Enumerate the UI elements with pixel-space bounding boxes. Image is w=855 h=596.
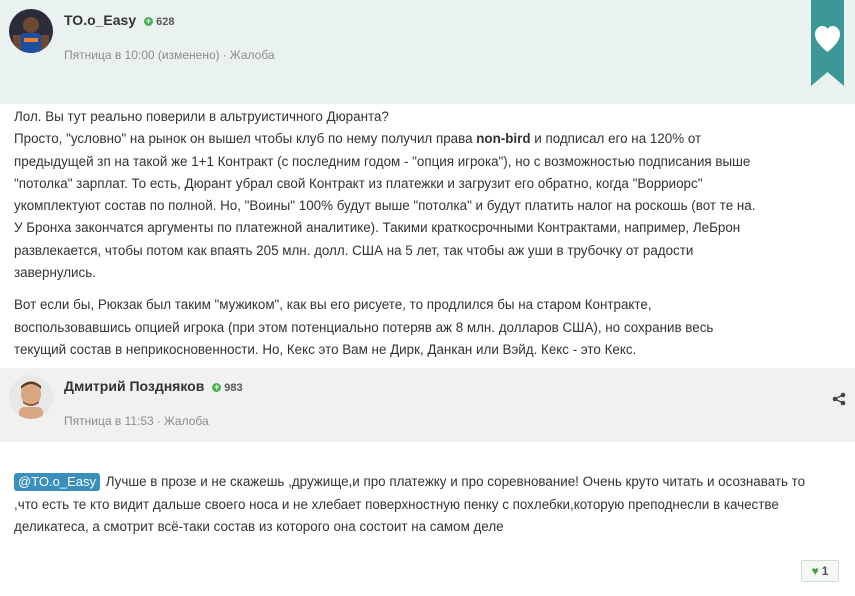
report-link[interactable]: Жалоба bbox=[230, 48, 275, 62]
meta-separator: · bbox=[222, 48, 227, 62]
post-line: предыдущей зп на такой же 1+1 Контракт (… bbox=[14, 153, 751, 169]
post-body: @TO.o_Easy Лучше в прозе и не скажешь ,д… bbox=[14, 471, 814, 539]
post-date[interactable]: Пятница в 10:00 (изменено) bbox=[64, 48, 220, 62]
like-count-button[interactable]: ♥ 1 bbox=[801, 560, 839, 582]
post-line-part: Просто, "условно" на рынок он вышел чтоб… bbox=[14, 131, 477, 147]
share-button[interactable] bbox=[832, 392, 846, 406]
post-header: Дмитрий Поздняков + 983 Пятница в 11:53 ·… bbox=[0, 368, 855, 442]
post-line: У Бронха закончатся аргументы по платежн… bbox=[14, 220, 741, 236]
like-ribbon-button[interactable] bbox=[811, 0, 844, 86]
post-line-part: Лучше в прозе и не скажешь ,дружище,и пр… bbox=[102, 474, 806, 489]
heart-icon: ♥ bbox=[811, 564, 819, 578]
post-meta: Пятница в 10:00 (изменено) · Жалоба bbox=[64, 48, 275, 62]
post-body: Лол. Вы тут реально поверили в альтруист… bbox=[14, 106, 814, 371]
post-line: деликатеса, а смотрит всё-таки состав из… bbox=[14, 519, 504, 534]
post-line: укомплектуют состав по полной. Но, "Воин… bbox=[14, 198, 756, 214]
like-count-value: 1 bbox=[821, 564, 829, 578]
post-header: TO.o_Easy + 628 Пятница в 10:00 (изменен… bbox=[0, 0, 855, 104]
post-date[interactable]: Пятница в 11:53 bbox=[64, 414, 154, 428]
post-line: @TO.o_Easy Лучше в прозе и не скажешь ,д… bbox=[14, 471, 814, 494]
post-author: TO.o_Easy + 628 bbox=[64, 12, 174, 28]
author-rating: + 628 bbox=[144, 16, 174, 28]
post-line: Лол. Вы тут реально поверили в альтруист… bbox=[14, 109, 389, 124]
avatar[interactable] bbox=[9, 375, 53, 419]
author-name[interactable]: Дмитрий Поздняков bbox=[64, 378, 204, 394]
author-rating: + 983 bbox=[212, 382, 243, 394]
bold-term: non-bird bbox=[476, 131, 531, 147]
post-paragraph: Вот если бы, Рюкзак был таким "мужиком",… bbox=[14, 294, 814, 361]
plus-circle-icon: + bbox=[144, 16, 154, 26]
share-icon bbox=[832, 392, 846, 406]
post-line: текущий состав в неприкосновенности. Но,… bbox=[14, 341, 637, 357]
heart-icon bbox=[811, 0, 844, 86]
post-line-part: и подписал его на 120% от bbox=[530, 131, 702, 147]
author-name[interactable]: TO.o_Easy bbox=[64, 12, 136, 28]
post-line: развлекается, чтобы потом как впаять 205… bbox=[14, 242, 694, 258]
rating-value: 628 bbox=[156, 16, 175, 28]
post-meta: Пятница в 11:53 · Жалоба bbox=[64, 414, 209, 428]
post-line: завернулись. bbox=[14, 265, 96, 281]
mention-tag[interactable]: @TO.o_Easy bbox=[14, 473, 100, 491]
post-paragraph: Лол. Вы тут реально поверили в альтруист… bbox=[14, 106, 814, 284]
report-link[interactable]: Жалоба bbox=[164, 414, 209, 428]
rating-value: 983 bbox=[224, 382, 243, 394]
post-line: "потолка" зарплат. То есть, Дюрант убрал… bbox=[14, 175, 703, 191]
avatar-image bbox=[9, 375, 53, 419]
post-line: Просто, "условно" на рынок он вышел чтоб… bbox=[14, 128, 814, 150]
post-author: Дмитрий Поздняков + 983 bbox=[64, 378, 243, 394]
avatar-image bbox=[9, 9, 53, 53]
post-line: ,что есть те кто видит дальше своего нос… bbox=[14, 496, 779, 512]
meta-separator: · bbox=[156, 414, 161, 428]
post-line: воспользовавшись опцией игрока (при этом… bbox=[14, 319, 714, 335]
post-line: Вот если бы, Рюкзак был таким "мужиком",… bbox=[14, 297, 652, 313]
plus-circle-icon: + bbox=[212, 382, 222, 392]
avatar[interactable] bbox=[9, 9, 53, 53]
